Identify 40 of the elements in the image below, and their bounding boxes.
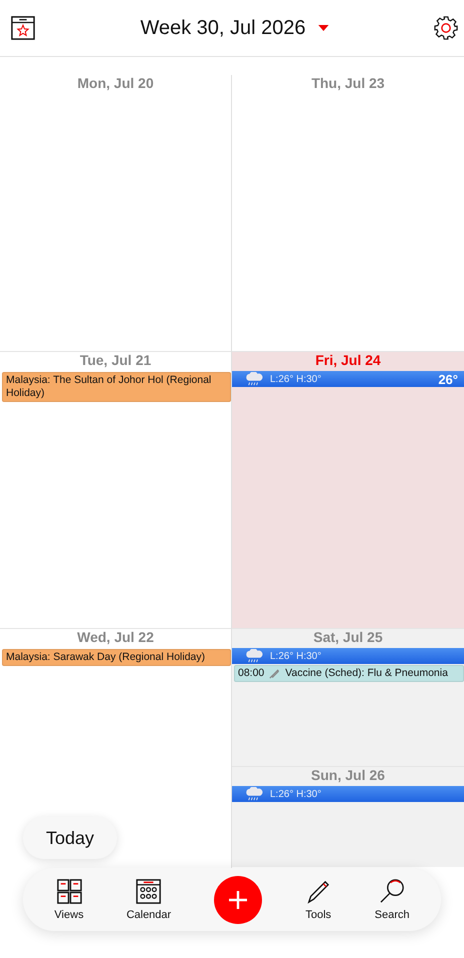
today-button[interactable]: Today: [23, 817, 117, 859]
rain-cloud-icon: [244, 787, 264, 801]
event-chip[interactable]: 08:00 Vaccine (Sched): Flu & Pneumonia: [234, 665, 464, 682]
event-title: Malaysia: The Sultan of Johor Hol (Regional Holiday): [6, 374, 212, 400]
day-label: Fri, Jul 24: [315, 352, 381, 369]
day-cell[interactable]: Sun, Jul 26 L:26° H:30°: [232, 766, 464, 867]
event-chip[interactable]: Malaysia: The Sultan of Johor Hol (Regional Holiday): [2, 372, 231, 402]
dropdown-caret-icon[interactable]: [318, 25, 329, 31]
toolbar-button[interactable]: Tools: [304, 878, 332, 921]
rain-cloud-icon: [244, 372, 264, 386]
week-title[interactable]: Week 30, Jul 2026: [140, 16, 306, 40]
day-cell[interactable]: Mon, Jul 20: [0, 75, 231, 351]
day-label: Tue, Jul 21: [80, 352, 152, 369]
day-label: Thu, Jul 23: [311, 75, 385, 92]
calendar-icon: [135, 878, 162, 905]
rain-cloud-icon: [244, 649, 264, 663]
temperature-range: L:26° H:30°: [270, 374, 322, 384]
event-title: Vaccine (Sched): Flu & Pneumonia: [285, 667, 449, 680]
day-label: Mon, Jul 20: [77, 75, 154, 92]
day-label: Wed, Jul 22: [77, 629, 154, 646]
toolbar-button[interactable]: Calendar: [126, 878, 172, 921]
plus-icon: [228, 890, 248, 910]
settings-icon[interactable]: [434, 16, 458, 40]
day-label: Sun, Jul 26: [311, 767, 385, 784]
syringe-icon: [269, 668, 280, 679]
day-cell[interactable]: Thu, Jul 23: [232, 75, 464, 351]
search-icon: [378, 878, 406, 905]
day-label: Sat, Jul 25: [313, 629, 383, 646]
event-time: 08:00: [238, 667, 264, 680]
toolbar-button[interactable]: Search: [374, 878, 410, 921]
temperature-range: L:26° H:30°: [270, 650, 322, 662]
temperature-range: L:26° H:30°: [270, 788, 322, 800]
event-chip[interactable]: Malaysia: Sarawak Day (Regional Holiday): [2, 649, 231, 666]
toolbar-button[interactable]: Views: [54, 878, 84, 921]
day-cell[interactable]: Sat, Jul 25 L:26° H:30° 08:00 Vaccine (Sched): Flu & Pneumonia: [232, 628, 464, 766]
grid-icon: [56, 878, 82, 905]
today-cell[interactable]: Fri, Jul 24 L:26° H:30° 26°: [232, 351, 464, 628]
current-temperature: 26°: [438, 372, 458, 386]
event-title: Malaysia: Sarawak Day (Regional Holiday): [6, 651, 206, 664]
day-cell[interactable]: Tue, Jul 21 Malaysia: The Sultan of Johor Hol (Regional Holiday): [0, 351, 231, 628]
